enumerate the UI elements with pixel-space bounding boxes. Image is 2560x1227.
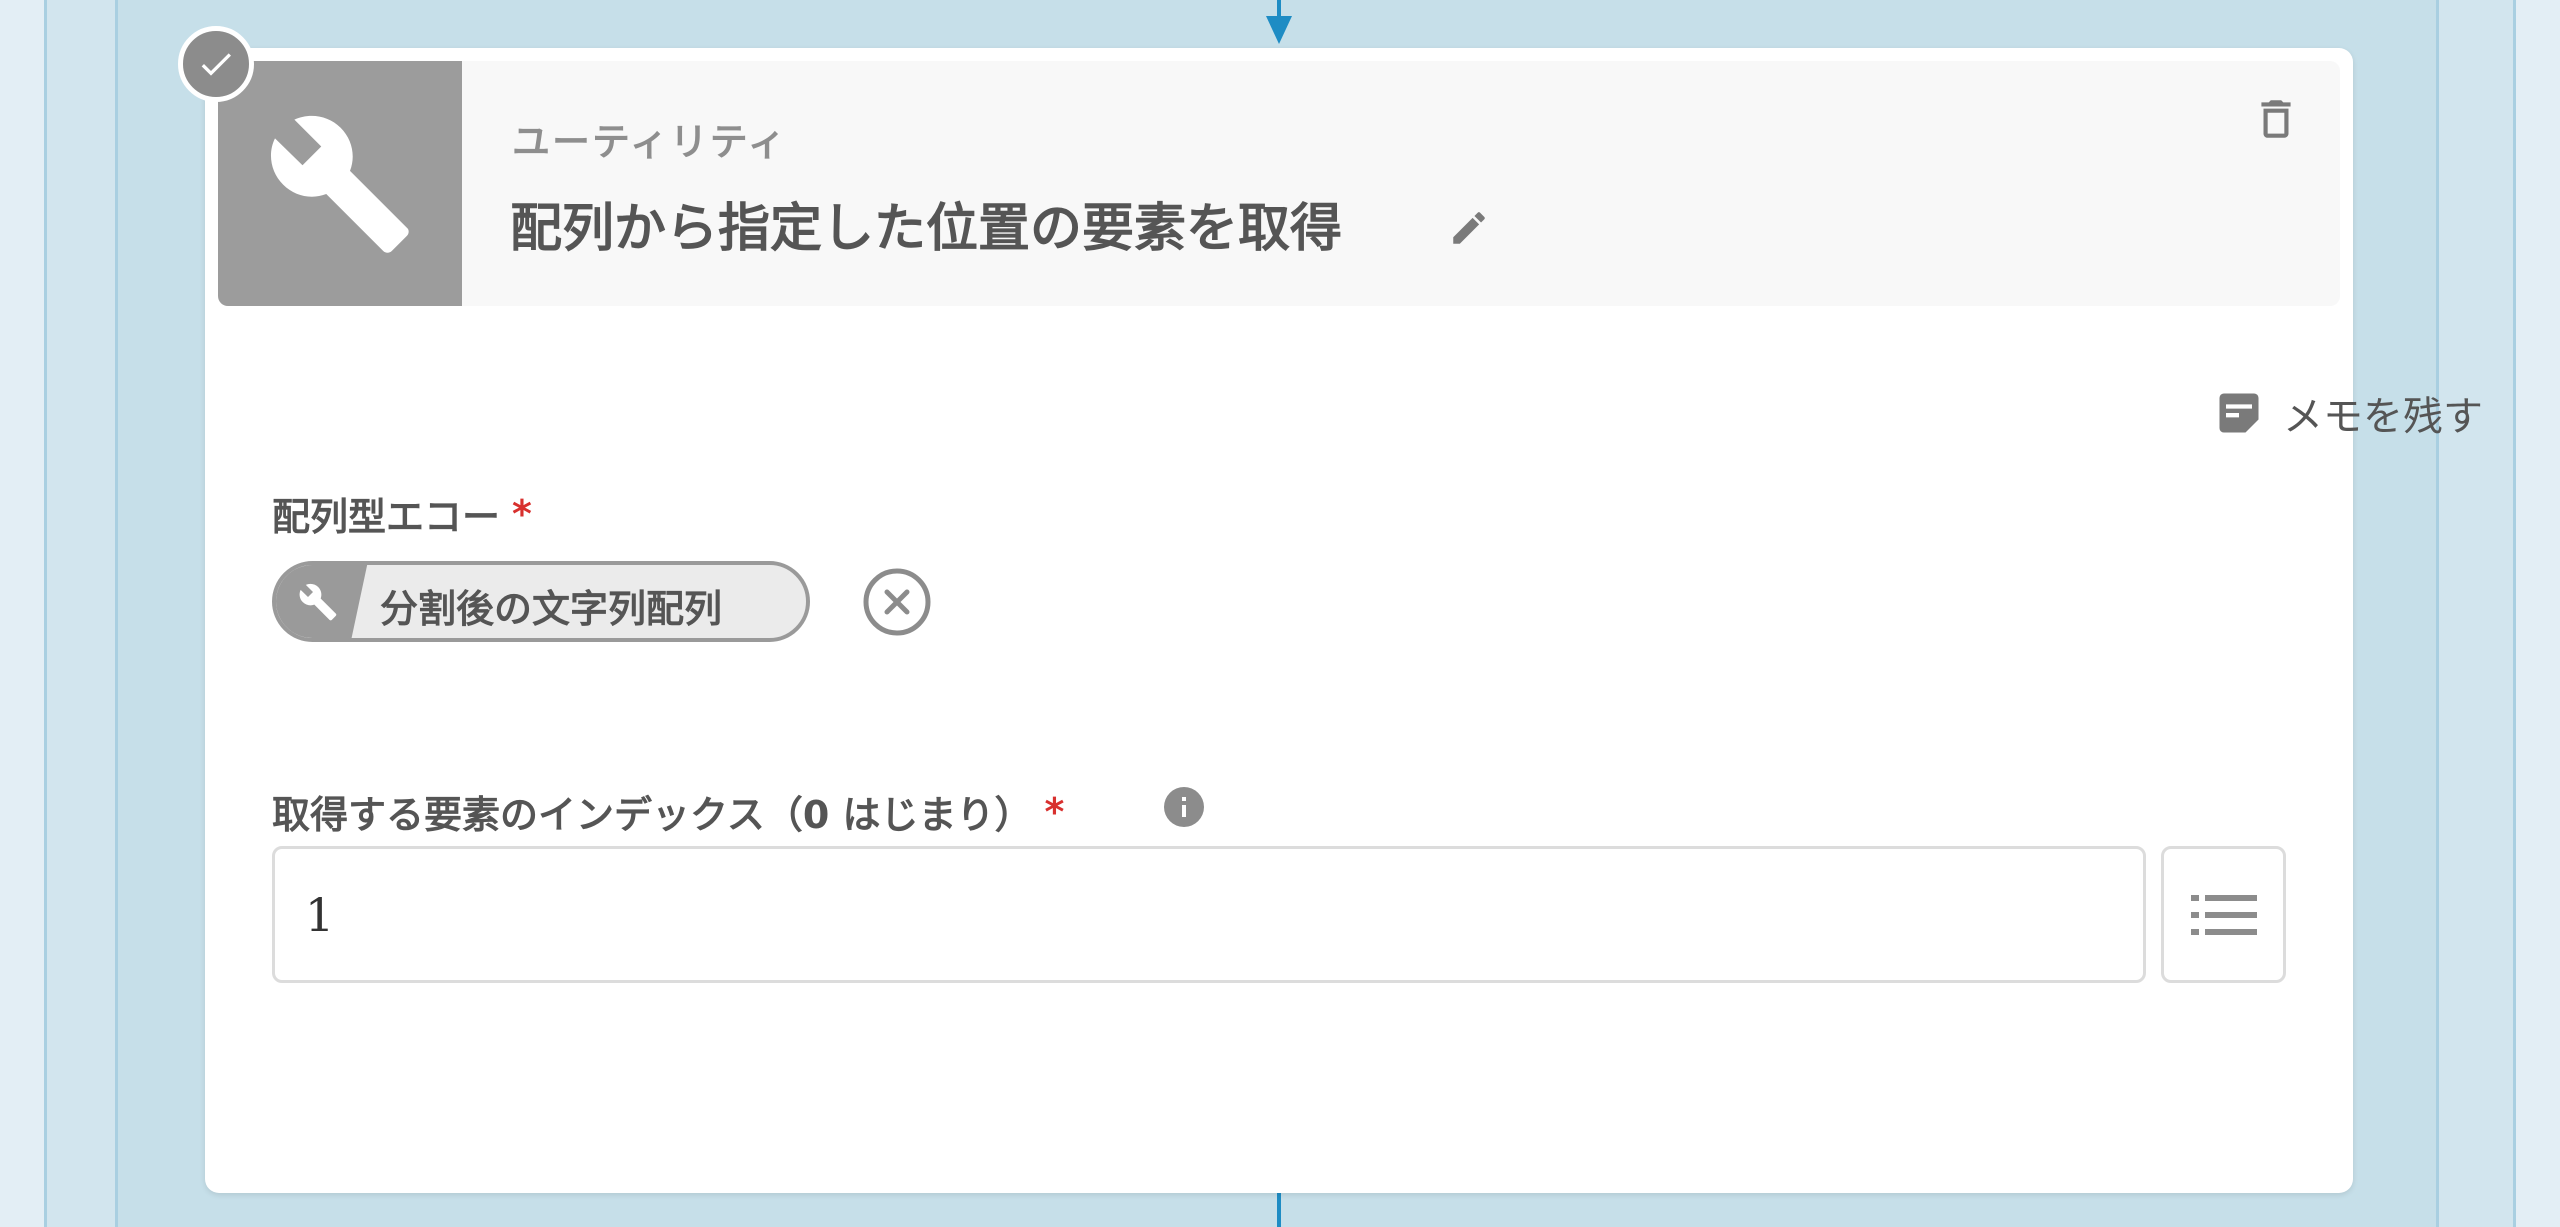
index-label: 取得する要素のインデックス（0 はじまり） * <box>272 784 1064 839</box>
connector-line-bottom <box>1277 1193 1281 1227</box>
index-label-text: 取得する要素のインデックス（0 はじまり） <box>272 793 1033 837</box>
memo-button[interactable]: メモを残す <box>2213 384 2483 442</box>
card-title: 配列から指定した位置の要素を取得 <box>510 199 1343 259</box>
array-echo-label: 配列型エコー * <box>272 486 532 541</box>
tools-icon <box>218 61 462 306</box>
index-input[interactable]: 1 <box>272 846 2146 983</box>
pencil-icon[interactable] <box>1448 207 1490 253</box>
chip-label: 分割後の文字列配列 <box>380 587 723 631</box>
memo-label: メモを残す <box>2283 394 2483 440</box>
list-icon <box>2190 894 2257 935</box>
required-mark: * <box>1044 789 1065 834</box>
note-icon <box>2219 393 2259 433</box>
card-header[interactable]: ユーティリティ 配列から指定した位置の要素を取得 <box>218 61 2340 306</box>
left-flow-rail <box>44 0 118 1227</box>
right-flow-rail <box>2436 0 2516 1227</box>
echo-chip[interactable]: 分割後の文字列配列 <box>272 561 810 642</box>
chip-tools-icon <box>276 565 368 638</box>
close-circle-icon[interactable] <box>862 567 932 641</box>
list-button[interactable] <box>2161 846 2286 983</box>
required-mark: * <box>512 491 532 536</box>
check-icon <box>178 26 254 102</box>
category-label: ユーティリティ <box>512 120 788 164</box>
array-echo-label-text: 配列型エコー <box>272 495 501 539</box>
connector-arrow-icon <box>1266 16 1292 44</box>
trash-icon[interactable] <box>2251 91 2301 151</box>
info-icon[interactable] <box>1160 783 1208 835</box>
